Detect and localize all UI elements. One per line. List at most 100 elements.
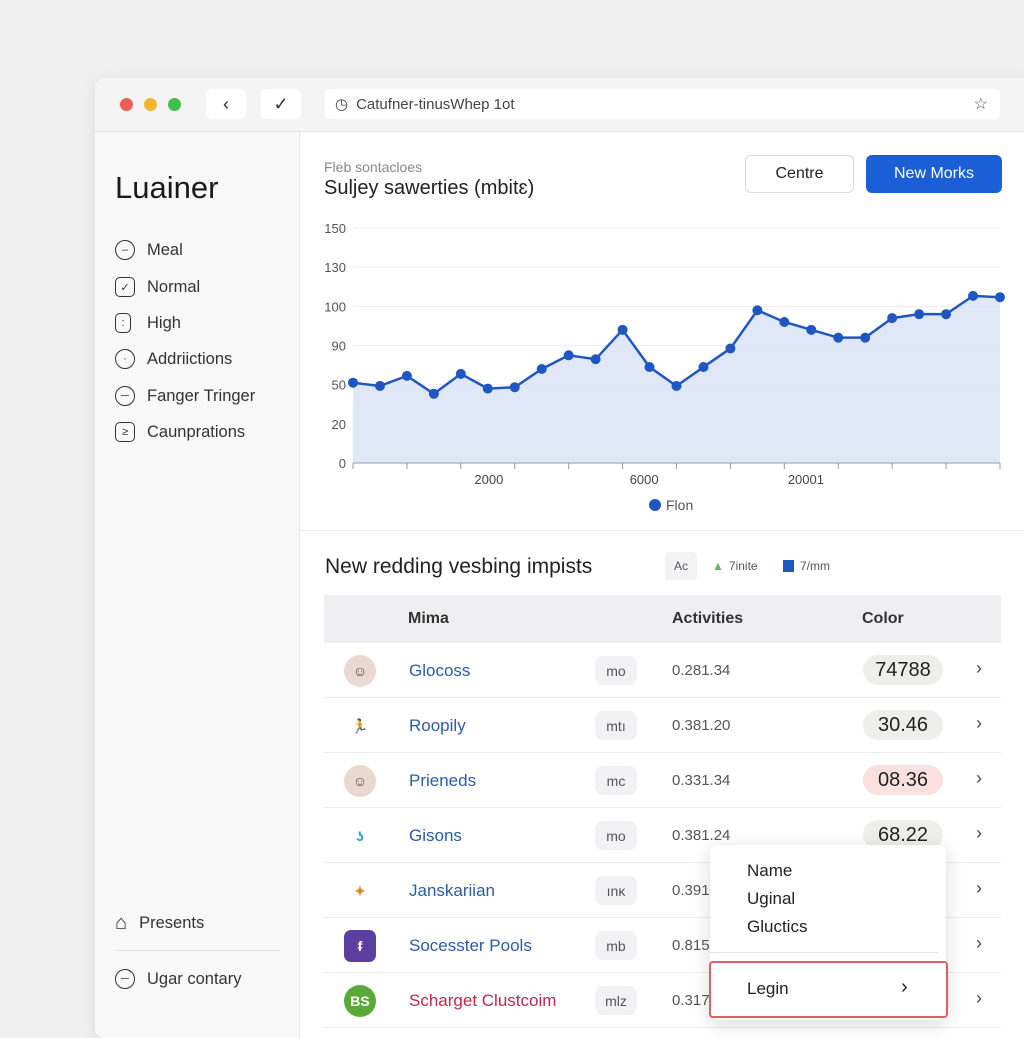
data-point — [617, 324, 628, 335]
chevron-right-icon[interactable]: › — [976, 823, 982, 844]
centre-button[interactable]: Centre — [745, 155, 854, 193]
check-icon: ✓ — [273, 93, 289, 114]
column-header-mima[interactable]: Mima — [408, 610, 449, 628]
chevron-right-icon: › — [901, 976, 908, 998]
menu-item-legin[interactable]: Legin › — [709, 961, 948, 1018]
row-name-link[interactable]: Gisons — [409, 826, 462, 846]
color-value-pill: 30.46 — [863, 710, 943, 740]
row-name-link[interactable]: Glocoss — [409, 661, 470, 681]
sidebar-item-normal[interactable]: ✓ Normal — [115, 277, 200, 297]
area-fill — [353, 295, 1000, 463]
avatar: ☺ — [344, 655, 376, 687]
row-name-link[interactable]: Prieneds — [409, 771, 476, 791]
color-value-pill: 74788 — [863, 655, 943, 685]
page-subtitle: Fleb sontacloes — [324, 159, 423, 175]
minimize-dot[interactable] — [144, 98, 157, 111]
sidebar-item-addriictions[interactable]: · Addriictions — [115, 349, 232, 369]
sidebar-item-meal[interactable]: – Meal — [115, 240, 183, 260]
row-name-link[interactable]: Scharget Clustcoim — [409, 991, 556, 1011]
legend-7mm: 7/mm — [783, 552, 830, 580]
sidebar-item-label: High — [147, 313, 181, 332]
data-point — [914, 309, 925, 320]
menu-item-gluctics[interactable]: Gluctics — [747, 917, 807, 937]
sidebar-item-fanger-tringer[interactable]: ─ Fanger Tringer — [115, 386, 255, 406]
avatar: ✦ — [354, 882, 366, 899]
context-menu: Name Uginal Gluctics Legin › — [709, 845, 948, 1020]
new-morks-button[interactable]: New Morks — [866, 155, 1002, 193]
row-activity: 0.391 — [672, 882, 710, 899]
sidebar-item-presents[interactable]: ⌂ Presents — [115, 912, 204, 935]
y-tick-label: 50 — [332, 378, 346, 393]
sidebar-item-label: Ugar contary — [147, 969, 242, 988]
column-header-color[interactable]: Color — [862, 610, 904, 628]
data-point — [698, 362, 709, 373]
row-name-link[interactable]: Roopily — [409, 716, 466, 736]
chevron-right-icon[interactable]: › — [976, 988, 982, 1009]
row-activity: 0.815 — [672, 937, 710, 954]
y-tick-label: 150 — [324, 221, 346, 236]
data-point — [941, 309, 952, 320]
chevron-left-icon: ‹ — [223, 93, 229, 114]
chevron-right-icon[interactable]: › — [976, 713, 982, 734]
table-row[interactable]: 🏃 Roopily mtı 0.381.20 30.46 › — [324, 698, 1001, 753]
table-title: New redding vesbing impists — [325, 555, 593, 578]
row-activity: 0.317 — [672, 992, 710, 1009]
sidebar-item-caunprations[interactable]: ≥ Caunprations — [115, 422, 245, 442]
y-tick-label: 20 — [332, 417, 346, 432]
sidebar-item-high[interactable]: : High — [115, 313, 181, 333]
chevron-right-icon[interactable]: › — [976, 878, 982, 899]
minus-circle-icon: – — [115, 240, 135, 260]
table-row[interactable]: ☺ Glocoss mo 0.281.34 74788 › — [324, 643, 1001, 698]
legend-marker — [649, 499, 661, 511]
data-point — [590, 354, 601, 365]
menu-item-name[interactable]: Name — [747, 861, 792, 881]
data-point — [860, 332, 871, 343]
chevron-right-icon[interactable]: › — [976, 933, 982, 954]
avatar: ᵮ — [344, 930, 376, 962]
address-bar[interactable]: ◷ Catufner-tinusWhep 1ot ☆ — [325, 89, 1000, 119]
row-name-link[interactable]: Janskariian — [409, 881, 495, 901]
url-text: Catufner-tinusWhep 1ot — [356, 95, 515, 113]
row-badge: mb — [595, 931, 637, 960]
chevron-right-icon[interactable]: › — [976, 658, 982, 679]
menu-item-uginal[interactable]: Uginal — [747, 889, 795, 909]
star-icon[interactable]: ☆ — [974, 94, 988, 114]
avatar: ʖ — [356, 828, 364, 844]
data-point — [968, 290, 979, 301]
sidebar-item-ugar-contary[interactable]: ─ Ugar contary — [115, 969, 241, 989]
avatar: 🏃 — [351, 717, 369, 734]
table-row[interactable]: ☺ Prieneds mc 0.331.34 08.36 › — [324, 753, 1001, 808]
row-activity: 0.381.24 — [672, 827, 731, 844]
legend-label: Flon — [666, 497, 693, 513]
legend-label: 7/mm — [800, 559, 830, 573]
menu-item-label: Legin — [747, 979, 789, 998]
x-tick-label: 20001 — [788, 472, 824, 487]
checkbox-icon: ✓ — [115, 277, 135, 297]
back-button[interactable]: ‹ — [206, 89, 246, 119]
data-point — [644, 362, 655, 373]
data-point — [833, 332, 844, 343]
row-name-link[interactable]: Socesster Pools — [409, 936, 532, 956]
data-point — [482, 383, 493, 394]
close-dot[interactable] — [120, 98, 133, 111]
x-tick-label: 2000 — [474, 472, 503, 487]
menu-divider — [710, 952, 938, 953]
brand-title: Luainer — [115, 170, 219, 205]
data-point — [779, 317, 790, 327]
column-header-activities[interactable]: Activities — [672, 610, 743, 628]
avatar: BS — [344, 985, 376, 1017]
triangle-up-icon: ▲ — [712, 559, 724, 573]
data-point — [887, 313, 898, 324]
striped-circle-icon: ─ — [115, 969, 135, 989]
table-header: Mima Activities Color — [324, 595, 1001, 643]
row-badge: mo — [595, 821, 637, 850]
avatar: ☺ — [344, 765, 376, 797]
data-point — [455, 368, 466, 379]
y-tick-label: 130 — [324, 260, 346, 275]
maximize-dot[interactable] — [168, 98, 181, 111]
forward-button[interactable]: ✓ — [261, 89, 301, 119]
legend-chip-ac[interactable]: Ac — [665, 552, 697, 580]
row-activity: 0.281.34 — [672, 662, 731, 679]
chevron-right-icon[interactable]: › — [976, 768, 982, 789]
row-badge: mc — [595, 766, 637, 795]
